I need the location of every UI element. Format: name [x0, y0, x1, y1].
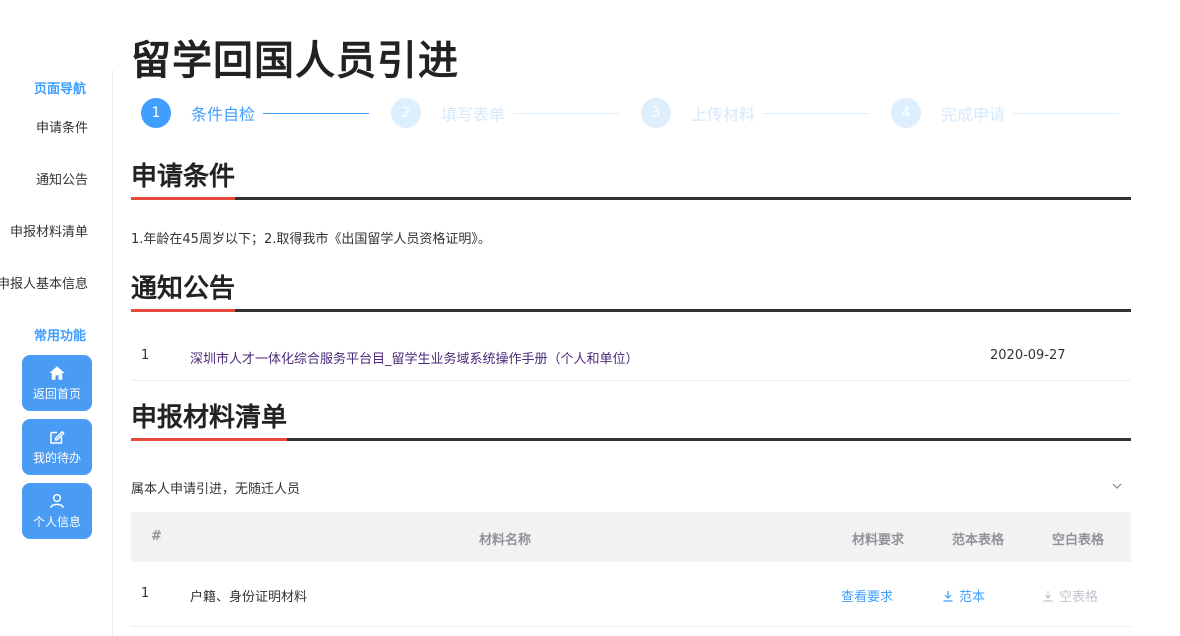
step-3-connector: [763, 112, 870, 114]
step-4-connector: [1013, 112, 1120, 114]
step-3: 3 上传材料: [641, 97, 870, 129]
personal-info-button[interactable]: 个人信息: [22, 483, 92, 539]
my-todo-button-label: 我的待办: [32, 451, 81, 465]
step-4: 4 完成申请: [891, 97, 1120, 129]
step-2-connector: [513, 112, 620, 114]
my-todo-button[interactable]: 我的待办: [22, 419, 92, 475]
home-button[interactable]: 返回首页: [22, 355, 92, 411]
step-2-number: 2: [391, 98, 421, 128]
step-1-connector: [263, 112, 370, 114]
user-icon: [50, 493, 64, 508]
materials-divider: [131, 438, 1131, 441]
step-4-number: 4: [891, 98, 921, 128]
step-1-label: 条件自检: [191, 105, 256, 124]
step-4-label: 完成申请: [941, 105, 1006, 124]
notice-index: 1: [141, 348, 150, 363]
row-index: 1: [141, 586, 150, 601]
view-requirement-link[interactable]: 查看要求: [841, 586, 893, 605]
step-3-label: 上传材料: [691, 105, 756, 124]
step-2-label: 填写表单: [441, 105, 506, 124]
chevron-down-icon: [1112, 483, 1122, 489]
step-3-number: 3: [641, 98, 671, 128]
materials-table: # 材料名称 材料要求 范本表格 空白表格 1 户籍、身份证明材料 查看要求 范…: [131, 512, 1131, 627]
step-1-number: 1: [141, 98, 171, 128]
template-download-link[interactable]: 范本: [942, 586, 985, 605]
col-requirement-header: 材料要求: [852, 533, 905, 548]
materials-section-title: 申报材料清单: [131, 403, 288, 433]
page-nav-heading: 页面导航: [33, 82, 86, 97]
col-blank-header: 空白表格: [1052, 533, 1105, 548]
col-index-header: #: [151, 529, 162, 544]
list-item: 1 深圳市人才一体化综合服务平台目_留学生业务域系统操作手册（个人和单位） 20…: [131, 337, 1131, 381]
edit-icon: [50, 431, 65, 444]
progress-steps: 1 条件自检 2 填写表单 3 上传材料 4 完成申请: [141, 97, 1131, 131]
notices-section-title: 通知公告: [131, 274, 236, 304]
applicant-type-value: 属本人申请引进，无随迁人员: [131, 482, 301, 497]
conditions-section-title: 申请条件: [131, 162, 236, 192]
personal-info-button-label: 个人信息: [32, 515, 81, 529]
common-functions-heading: 常用功能: [33, 329, 86, 344]
conditions-divider: [131, 197, 1131, 200]
col-template-header: 范本表格: [952, 533, 1005, 548]
home-button-label: 返回首页: [32, 387, 81, 401]
download-icon: [1043, 591, 1053, 602]
notice-date: 2020-09-27: [990, 348, 1066, 363]
table-row: 1 户籍、身份证明材料 查看要求 范本 空表格: [131, 562, 1131, 627]
home-icon: [49, 366, 65, 380]
step-2: 2 填写表单: [391, 97, 620, 129]
step-1: 1 条件自检: [141, 97, 370, 129]
sidebar-item-applicant-info[interactable]: 申报人基本信息: [0, 273, 88, 292]
sidebar: 页面导航 申请条件 通知公告 申报材料清单 申报人基本信息 常用功能 返回首页 …: [0, 70, 113, 636]
download-icon: [943, 591, 953, 602]
conditions-text: 1.年龄在45周岁以下；2.取得我市《出国留学人员资格证明》。: [131, 232, 491, 247]
table-header: # 材料名称 材料要求 范本表格 空白表格: [131, 512, 1131, 562]
notice-link[interactable]: 深圳市人才一体化综合服务平台目_留学生业务域系统操作手册（个人和单位）: [190, 348, 639, 367]
notices-divider: [131, 309, 1131, 312]
blank-form-download-label: 空表格: [1059, 590, 1099, 605]
sidebar-item-materials[interactable]: 申报材料清单: [10, 221, 88, 240]
material-name: 户籍、身份证明材料: [190, 590, 308, 605]
sidebar-item-conditions[interactable]: 申请条件: [36, 117, 88, 136]
blank-form-download-link[interactable]: 空表格: [1042, 586, 1098, 605]
applicant-type-select[interactable]: 属本人申请引进，无随迁人员: [131, 466, 1131, 506]
col-name-header: 材料名称: [479, 533, 532, 548]
sidebar-item-notices[interactable]: 通知公告: [36, 169, 88, 188]
page-title: 留学回国人员引进: [131, 38, 459, 84]
template-download-label: 范本: [959, 590, 986, 605]
